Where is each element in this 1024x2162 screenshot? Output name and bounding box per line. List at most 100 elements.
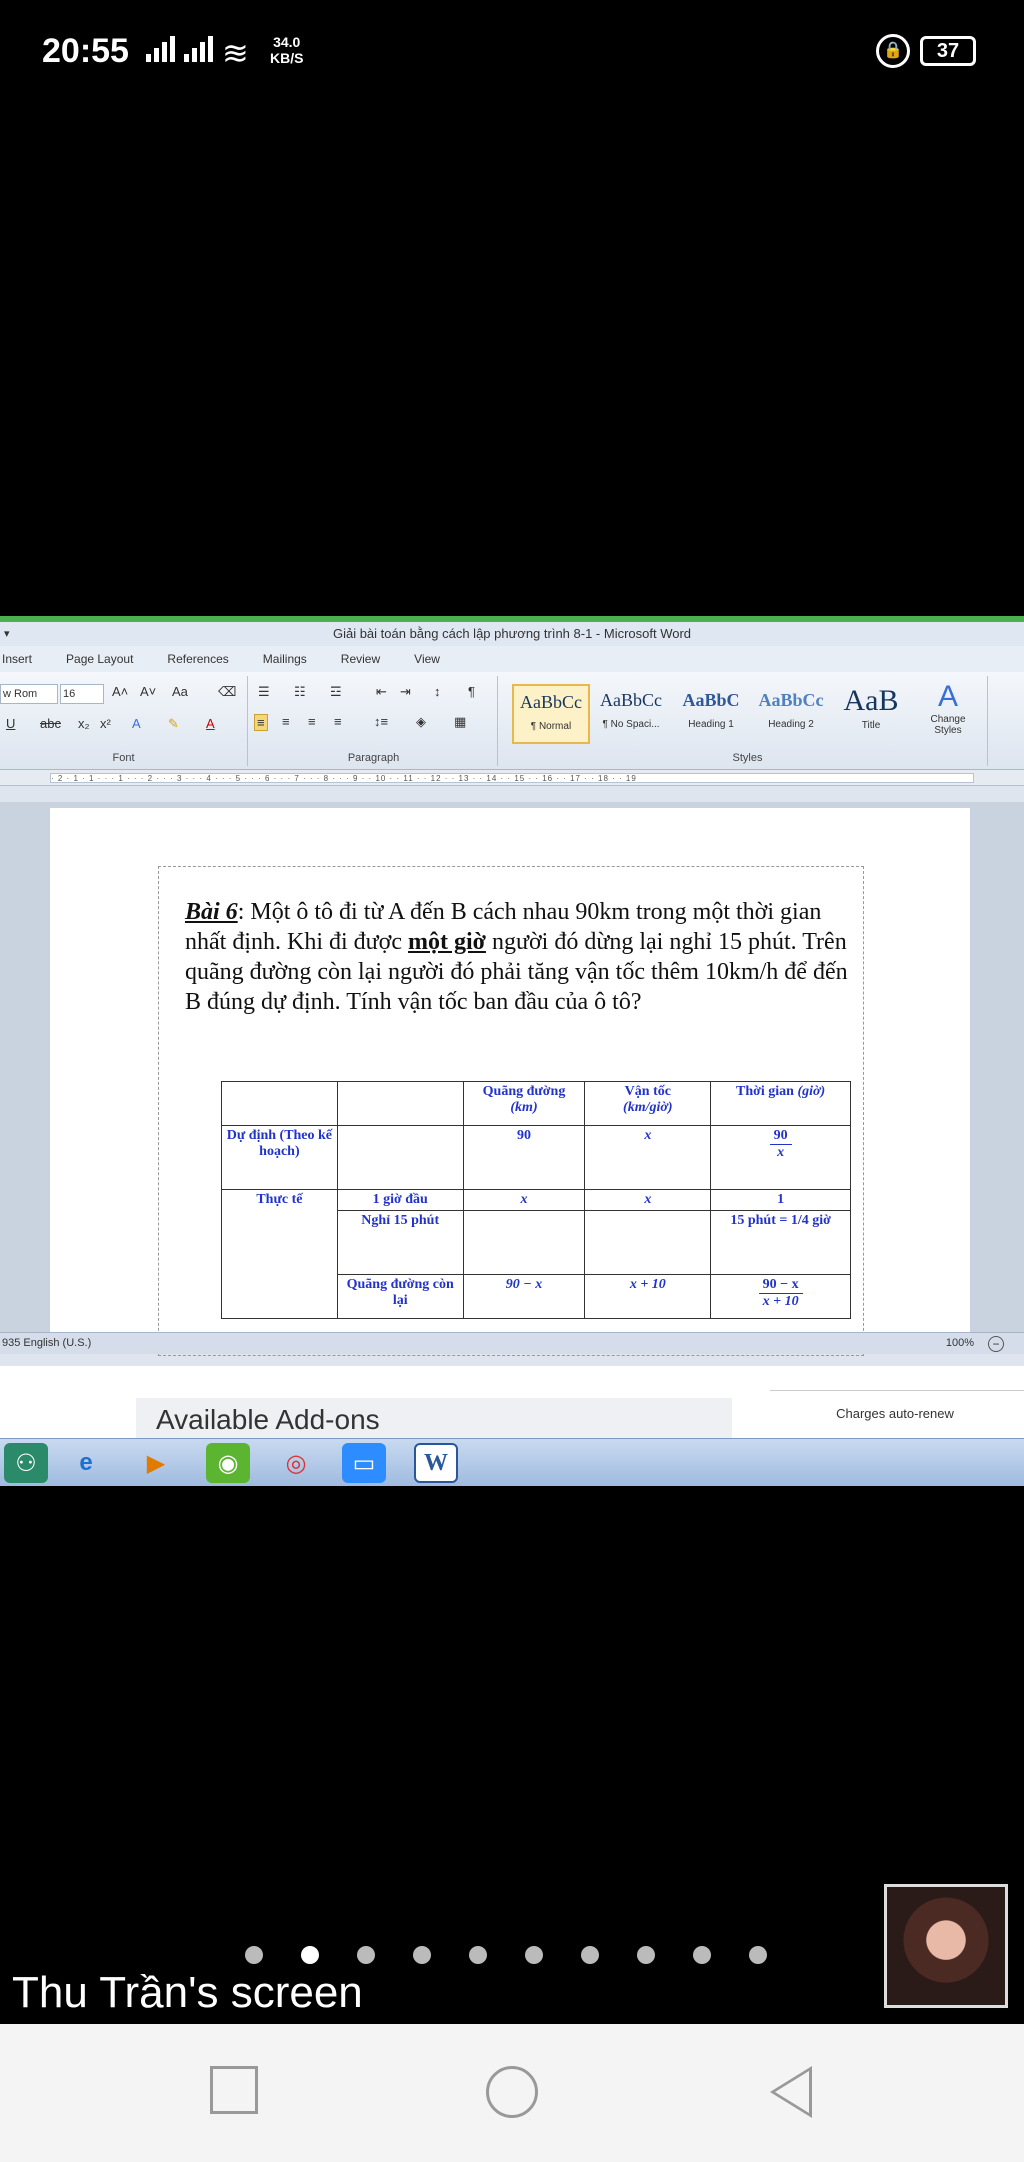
font-group-label: Font <box>112 752 135 764</box>
coccoc-browser-icon[interactable]: ◉ <box>206 1443 250 1483</box>
sort-icon[interactable]: ↕ <box>434 684 441 699</box>
page-dot[interactable] <box>693 1946 711 1964</box>
media-player-icon[interactable]: ▶ <box>134 1443 178 1483</box>
decrease-indent-icon[interactable]: ⇤ <box>376 684 387 700</box>
pilcrow-icon[interactable]: ¶ <box>468 684 475 699</box>
superscript-icon[interactable]: x² <box>100 716 111 731</box>
internet-explorer-icon[interactable]: e <box>64 1443 108 1483</box>
divider <box>770 1390 1024 1391</box>
addons-area: Available Add-ons Charges auto-renew <box>0 1366 1024 1438</box>
grow-font-icon[interactable]: A˄ <box>112 684 128 699</box>
font-group: w Rom 16 A˄ A˅ Aa ⌫ U abc x₂ x² A ✎ A Fo… <box>0 676 248 766</box>
screen-share-label: Thu Trần's screen <box>12 1968 363 2017</box>
page-dot[interactable] <box>357 1946 375 1964</box>
ribbon: w Rom 16 A˄ A˅ Aa ⌫ U abc x₂ x² A ✎ A Fo… <box>0 672 1024 770</box>
multilevel-list-icon[interactable]: ☲ <box>330 684 342 700</box>
underline-icon[interactable]: U <box>6 716 15 731</box>
zoom-level[interactable]: 100% <box>946 1337 974 1349</box>
horizontal-ruler[interactable]: · 2 · 1 · 1 · · · 1 · · · 2 · · · 3 · · … <box>0 770 1024 786</box>
navigation-bar <box>0 2024 1024 2162</box>
windows-taskbar: ⚇ e ▶ ◉ ◎ ▭ W <box>0 1438 1024 1486</box>
align-center-icon[interactable]: ≡ <box>282 714 290 729</box>
text-effects-icon[interactable]: A <box>132 716 141 731</box>
justify-icon[interactable]: ≡ <box>334 714 342 729</box>
wifi-icon: ≋ <box>222 35 249 71</box>
solution-table: Quãng đường (km) Vận tốc (km/giờ) Thời gia… <box>221 1081 851 1319</box>
text-box[interactable]: Bài 6: Một ô tô đi từ A đến B cách nhau … <box>158 866 864 1356</box>
word-window: ▾ Giải bài toán bằng cách lập phương trì… <box>0 616 1024 1366</box>
styles-group-label: Styles <box>732 752 763 764</box>
style-no-spacing[interactable]: AaBbCc ¶ No Spaci... <box>592 684 670 744</box>
table-row: Thực tế 1 giờ đầu x x 1 <box>221 1189 851 1319</box>
chrome-icon[interactable]: ◎ <box>274 1443 318 1483</box>
change-styles-button[interactable]: A Change Styles <box>918 680 978 736</box>
charges-text: Charges auto-renew <box>836 1406 954 1421</box>
tab-insert[interactable]: Insert <box>2 646 46 672</box>
bullets-icon[interactable]: ☰ <box>258 684 270 700</box>
tab-review[interactable]: Review <box>341 646 394 672</box>
participant-video-thumbnail[interactable] <box>884 1884 1008 2008</box>
zoom-app-icon[interactable]: ▭ <box>342 1443 386 1483</box>
numbering-icon[interactable]: ☷ <box>294 684 306 700</box>
font-name-box[interactable]: w Rom <box>0 684 58 704</box>
tab-page-layout[interactable]: Page Layout <box>66 646 147 672</box>
style-heading-1[interactable]: AaBbC Heading 1 <box>672 684 750 744</box>
taskbar-app-icon[interactable]: ⚇ <box>4 1443 48 1483</box>
align-left-icon[interactable]: ≡ <box>254 714 268 731</box>
document-area: Bài 6: Một ô tô đi từ A đến B cách nhau … <box>0 802 1024 1356</box>
problem-text: Bài 6: Một ô tô đi từ A đến B cách nhau … <box>185 899 848 1015</box>
tab-references[interactable]: References <box>167 646 242 672</box>
font-color-icon[interactable]: A <box>206 716 215 731</box>
page-dot[interactable] <box>469 1946 487 1964</box>
ribbon-tabs: Insert Page Layout References Mailings R… <box>0 646 1024 672</box>
zoom-out-icon[interactable]: − <box>988 1336 1004 1352</box>
paragraph-group-label: Paragraph <box>347 752 400 764</box>
styles-group: AaBbCc ¶ Normal AaBbCc ¶ No Spaci... AaBbC… <box>508 676 988 766</box>
style-title[interactable]: AaB Title <box>832 684 910 744</box>
shrink-font-icon[interactable]: A˅ <box>140 684 156 699</box>
document-page[interactable]: Bài 6: Một ô tô đi từ A đến B cách nhau … <box>50 808 970 1356</box>
change-case-icon[interactable]: Aa <box>172 684 188 699</box>
font-size-box[interactable]: 16 <box>60 684 104 704</box>
language-indicator[interactable]: 935 English (U.S.) <box>2 1337 91 1349</box>
signal-icon-2 <box>184 36 213 62</box>
subscript-icon[interactable]: x₂ <box>78 716 90 731</box>
available-addons-panel[interactable]: Available Add-ons <box>136 1398 732 1438</box>
page-dot[interactable] <box>749 1946 767 1964</box>
line-spacing-icon[interactable]: ↕≡ <box>374 714 388 729</box>
page-dot-active[interactable] <box>301 1946 319 1964</box>
align-right-icon[interactable]: ≡ <box>308 714 316 729</box>
style-normal[interactable]: AaBbCc ¶ Normal <box>512 684 590 744</box>
table-row: Dự định (Theo kế hoạch) 90 x 90 x <box>221 1125 851 1190</box>
quick-access-dropdown-icon[interactable]: ▾ <box>4 622 10 646</box>
window-title: ▾ Giải bài toán bằng cách lập phương trì… <box>0 622 1024 646</box>
highlight-icon[interactable]: ✎ <box>168 716 179 732</box>
page-dot[interactable] <box>581 1946 599 1964</box>
network-speed: 34.0 KB/S <box>270 34 304 66</box>
back-button[interactable] <box>770 2066 818 2118</box>
tab-view[interactable]: View <box>414 646 454 672</box>
recent-apps-button[interactable] <box>210 2066 258 2114</box>
rotation-lock-icon: 🔒 <box>876 34 910 68</box>
battery-indicator: 37 <box>920 36 976 66</box>
word-taskbar-icon[interactable]: W <box>414 1443 458 1483</box>
clear-format-icon[interactable]: ⌫ <box>218 684 236 700</box>
shading-icon[interactable]: ◈ <box>416 714 426 730</box>
table-row: Quãng đường (km) Vận tốc (km/giờ) Thời gia… <box>221 1081 851 1126</box>
strikethrough-icon[interactable]: abc <box>40 716 61 731</box>
page-dot[interactable] <box>245 1946 263 1964</box>
style-heading-2[interactable]: AaBbCc Heading 2 <box>752 684 830 744</box>
change-styles-icon: A <box>937 680 958 713</box>
increase-indent-icon[interactable]: ⇥ <box>400 684 411 700</box>
page-dot[interactable] <box>413 1946 431 1964</box>
page-indicator <box>245 1946 767 1964</box>
borders-icon[interactable]: ▦ <box>454 714 466 730</box>
status-bar: 20:55 ≋ 34.0 KB/S 🔒 37 <box>0 0 1024 110</box>
page-dot[interactable] <box>637 1946 655 1964</box>
word-status-bar: 935 English (U.S.) 100% − <box>0 1332 1024 1354</box>
signal-icon <box>146 36 175 62</box>
page-dot[interactable] <box>525 1946 543 1964</box>
home-button[interactable] <box>486 2066 538 2118</box>
tab-mailings[interactable]: Mailings <box>263 646 321 672</box>
paragraph-group: ☰ ☷ ☲ ⇤ ⇥ ↕ ¶ ≡ ≡ ≡ ≡ ↕≡ ◈ ▦ Paragraph <box>250 676 498 766</box>
